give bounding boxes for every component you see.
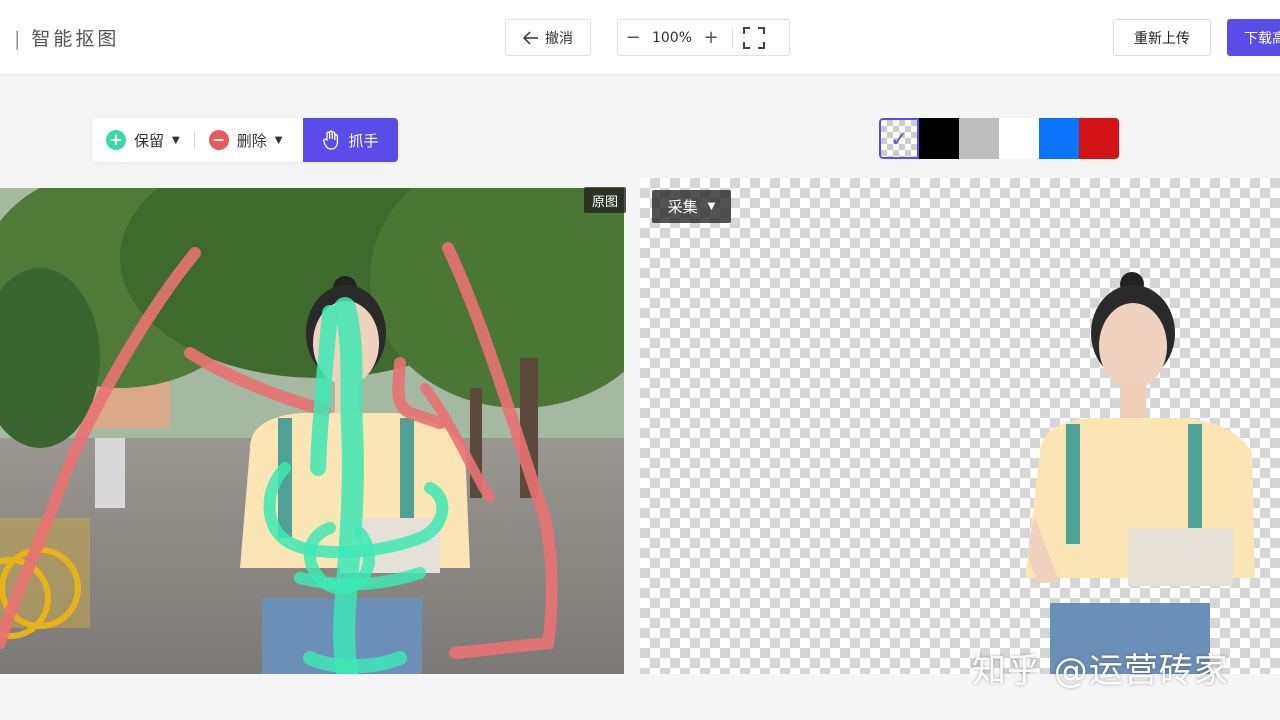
page-title: | 智能抠图: [14, 28, 120, 50]
grab-tool[interactable]: 抓手: [303, 118, 398, 162]
caret-down-icon[interactable]: ▼: [172, 135, 180, 146]
swatch-transparent[interactable]: ✓: [879, 118, 919, 159]
collect-dropdown[interactable]: 采集 ▼: [652, 190, 731, 223]
swatch-red[interactable]: [1079, 118, 1119, 159]
zoom-in-button[interactable]: +: [696, 27, 726, 48]
zoom-control: − 100% +: [617, 19, 790, 56]
fullscreen-icon[interactable]: [743, 26, 765, 49]
hand-icon: [323, 130, 339, 150]
swatch-black[interactable]: [919, 118, 959, 159]
reupload-button[interactable]: 重新上传: [1113, 19, 1211, 56]
brush-toolbar: + 保留 ▼ − 删除 ▼ 抓手: [92, 118, 398, 162]
original-badge: 原图: [584, 187, 626, 213]
minus-icon: −: [208, 130, 229, 150]
caret-down-icon: ▼: [707, 201, 716, 212]
delete-tool[interactable]: − 删除 ▼: [195, 118, 297, 162]
cutout-preview-canvas[interactable]: [640, 178, 1280, 674]
background-swatches: ✓: [879, 118, 1119, 159]
swatch-gray[interactable]: [959, 118, 999, 159]
arrow-left-icon: [523, 30, 538, 45]
keep-tool[interactable]: + 保留 ▼: [92, 118, 194, 162]
zoom-out-button[interactable]: −: [618, 27, 648, 48]
checkmark-icon: ✓: [890, 126, 908, 151]
download-button[interactable]: 下载高: [1227, 19, 1280, 56]
top-header: | 智能抠图 撤消 − 100% + 重新上传 下载高: [0, 0, 1280, 74]
watermark: 知乎 @运营砖家: [972, 651, 1229, 691]
divider: [732, 27, 733, 48]
swatch-blue[interactable]: [1039, 118, 1079, 159]
caret-down-icon[interactable]: ▼: [275, 135, 283, 146]
zoom-level: 100%: [651, 29, 693, 46]
original-photo: [0, 188, 624, 674]
swatch-white[interactable]: [999, 118, 1039, 159]
original-image-canvas[interactable]: [0, 188, 624, 674]
cutout-subject: [1025, 272, 1255, 674]
plus-icon: +: [106, 130, 126, 150]
undo-button[interactable]: 撤消: [505, 19, 591, 56]
